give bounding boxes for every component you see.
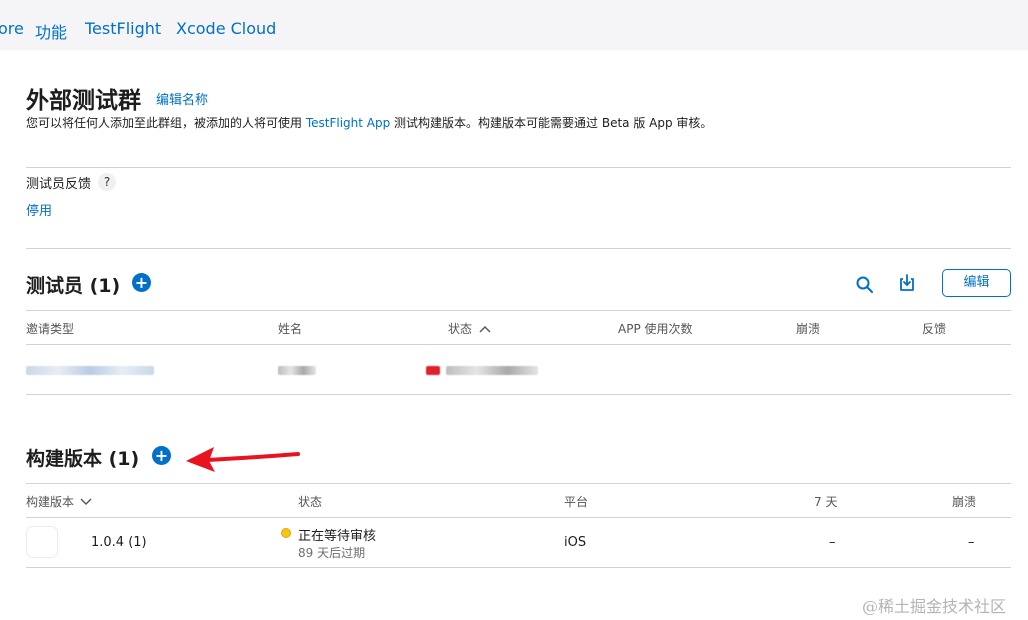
divider <box>26 517 1011 518</box>
divider <box>26 248 1011 249</box>
redacted-name <box>278 366 316 375</box>
group-description: 您可以将任何人添加至此群组，被添加的人将可使用 TestFlight App 测… <box>26 114 712 131</box>
pending-status-icon <box>281 528 291 538</box>
watermark: @稀土掘金技术社区 <box>862 597 1007 616</box>
divider <box>26 344 1011 345</box>
divider <box>26 394 1011 395</box>
question-icon[interactable]: ? <box>98 173 116 191</box>
build-7-days: – <box>829 535 836 550</box>
tab-features[interactable]: 功能 <box>35 19 67 43</box>
testers-title: 测试员 (1) <box>26 275 121 297</box>
divider <box>26 483 1011 484</box>
edit-name-link[interactable]: 编辑名称 <box>156 89 208 108</box>
column-crashes[interactable]: 崩溃 <box>796 320 820 337</box>
column-invite-type[interactable]: 邀请类型 <box>26 320 74 337</box>
column-build-status[interactable]: 状态 <box>298 493 322 510</box>
tab-app-store[interactable]: ore <box>0 19 24 38</box>
column-app-sessions[interactable]: APP 使用次数 <box>618 320 693 337</box>
column-build-version[interactable]: 构建版本 <box>26 493 92 510</box>
divider <box>26 167 1011 168</box>
add-tester-plus-icon[interactable]: + <box>132 273 151 292</box>
description-prefix: 您可以将任何人添加至此群组，被添加的人将可使用 <box>26 116 306 130</box>
column-build-version-label: 构建版本 <box>26 495 75 509</box>
column-build-crashes[interactable]: 崩溃 <box>952 493 976 510</box>
edit-testers-button[interactable]: 编辑 <box>942 269 1011 297</box>
page-title: 外部测试群 <box>26 88 141 114</box>
sort-down-icon <box>80 498 92 505</box>
build-version-link[interactable]: 1.0.4 (1) <box>91 535 147 550</box>
redacted-status-icon <box>426 366 440 375</box>
build-status: 正在等待审核 <box>298 529 377 544</box>
add-build-plus-icon[interactable]: + <box>152 446 171 465</box>
tester-feedback-label: 测试员反馈 <box>26 177 92 192</box>
description-suffix: 测试构建版本。构建版本可能需要通过 Beta 版 App 审核。 <box>390 116 713 130</box>
arrow-annotation <box>186 447 300 472</box>
tab-testflight[interactable]: TestFlight <box>85 19 161 38</box>
redacted-email <box>26 366 154 375</box>
top-nav: ore 功能 TestFlight Xcode Cloud <box>0 0 1028 50</box>
tab-xcode-cloud[interactable]: Xcode Cloud <box>176 19 276 38</box>
feedback-disable-link[interactable]: 停用 <box>26 200 52 219</box>
divider <box>26 310 1011 311</box>
column-name[interactable]: 姓名 <box>278 320 302 337</box>
column-status-label: 状态 <box>448 322 473 336</box>
column-status[interactable]: 状态 <box>448 320 491 337</box>
download-icon[interactable] <box>897 273 917 293</box>
app-icon <box>26 526 58 558</box>
redacted-status <box>446 366 538 375</box>
search-icon[interactable] <box>855 275 875 295</box>
column-7-days[interactable]: 7 天 <box>814 493 837 510</box>
builds-title: 构建版本 (1) <box>26 448 140 470</box>
column-platform[interactable]: 平台 <box>564 493 588 510</box>
build-crashes: – <box>968 535 975 550</box>
testflight-app-link[interactable]: TestFlight App <box>306 116 390 130</box>
divider <box>26 567 1011 568</box>
column-feedback[interactable]: 反馈 <box>922 320 946 337</box>
build-expiry: 89 天后过期 <box>298 546 366 560</box>
sort-up-icon <box>479 326 491 333</box>
build-platform: iOS <box>564 535 587 550</box>
